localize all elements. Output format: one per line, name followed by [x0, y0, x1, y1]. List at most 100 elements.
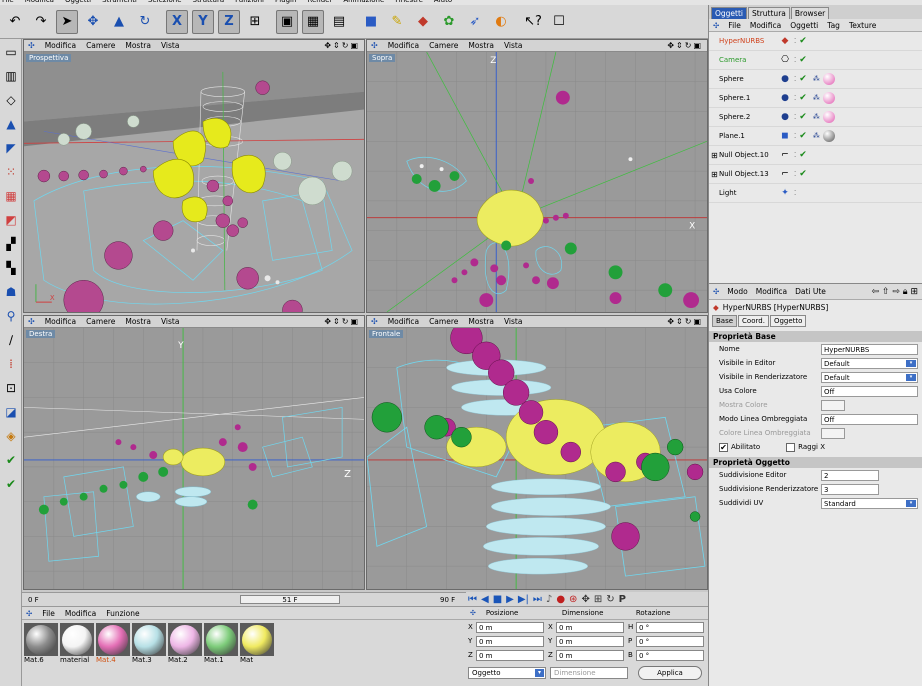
attr-nav-icons[interactable]: ⇦ ⇧ ⇨ 🔒︎ ⊞ — [872, 287, 918, 297]
view-nav-icons[interactable]: ✥⇕↻▣ — [667, 317, 703, 326]
array-icon[interactable]: ✿ — [438, 10, 460, 34]
rotation-field[interactable]: 0 ° — [636, 621, 704, 633]
menu-camere[interactable]: Camere — [429, 41, 458, 50]
viewport-top[interactable]: ✣ Modifica Camere Mostra Vista ✥⇕↻▣ X Z … — [366, 39, 708, 313]
xray-checkbox[interactable] — [786, 442, 796, 452]
attribute-field[interactable]: Off — [821, 385, 918, 397]
axis-tool-icon[interactable]: ◩ — [1, 208, 21, 231]
move-panel-icon[interactable]: ✣ — [713, 287, 719, 296]
visibility-dots-icon[interactable]: ⁚ — [794, 75, 796, 83]
coord-system-icon[interactable]: ⊞ — [244, 10, 266, 34]
attribute-select[interactable]: Standard ▾ — [821, 497, 918, 509]
attribute-field[interactable] — [821, 427, 845, 439]
visibility-dots-icon[interactable]: ⁚ — [794, 151, 796, 159]
expand-icon[interactable]: ⊞ — [711, 151, 718, 160]
texture-tool-icon[interactable]: ▦ — [1, 184, 21, 207]
attr-menu-dati-utente[interactable]: Dati Ute — [795, 287, 826, 296]
phong-tag-icon[interactable]: ⁂ — [813, 94, 820, 102]
render-manager-icon[interactable]: ▤ — [328, 10, 350, 34]
obj-menu-modifica[interactable]: Modifica — [750, 21, 781, 30]
material-swatch[interactable]: material — [60, 623, 94, 664]
render-view-icon[interactable]: ▣ — [276, 9, 298, 34]
menu-plugin[interactable]: Plugin — [275, 0, 296, 4]
move-view-icon[interactable]: ✣ — [28, 41, 35, 50]
record-icon[interactable]: ● — [556, 594, 565, 605]
position-field[interactable]: 0 m — [476, 649, 544, 661]
material-swatch[interactable]: Mat.3 — [132, 623, 166, 664]
attr-tab-oggetto[interactable]: Oggetto — [769, 315, 807, 327]
record-key-icon[interactable]: ⊛ — [569, 594, 577, 605]
enable-check-icon[interactable]: ✔ — [799, 55, 807, 65]
checker-icon[interactable]: ▞ — [1, 232, 21, 255]
viewport-perspective[interactable]: ✣ Modifica Camere Mostra Vista ✥⇕↻▣ X Pr… — [23, 39, 365, 313]
enable-check-icon[interactable]: ✔ — [799, 74, 807, 84]
material-swatch[interactable]: Mat.1 — [204, 623, 238, 664]
material-swatch[interactable]: Mat.6 — [24, 623, 58, 664]
attribute-field[interactable]: 3 — [821, 483, 879, 495]
phong-tag-icon[interactable]: ⁂ — [813, 132, 820, 140]
object-name[interactable]: Sphere.2 — [709, 113, 779, 121]
object-mode-icon[interactable]: ▭ — [1, 40, 21, 63]
knife-icon[interactable]: ∕ — [1, 328, 21, 351]
menu-mostra[interactable]: Mostra — [125, 317, 151, 326]
help-window-icon[interactable]: ☐ — [548, 10, 570, 34]
front-canvas[interactable] — [367, 328, 707, 589]
render-region-icon[interactable]: ▦ — [302, 9, 324, 34]
position-field[interactable]: 0 m — [476, 621, 544, 633]
attr-tab-base[interactable]: Base — [712, 315, 738, 327]
object-name[interactable]: Plane.1 — [709, 132, 779, 140]
texture-tag-icon[interactable] — [822, 111, 835, 123]
points-tool-icon[interactable]: ⁙ — [1, 160, 21, 183]
z-axis-icon[interactable]: Z — [218, 9, 240, 34]
enable-check-icon[interactable]: ✔ — [799, 131, 807, 141]
move-panel-icon[interactable]: ✣ — [713, 21, 719, 30]
object-name[interactable]: Camera — [709, 56, 779, 64]
texture-tag-icon[interactable] — [822, 73, 835, 85]
enable-check-icon[interactable]: ✔ — [799, 150, 807, 160]
expand-icon[interactable]: ⊞ — [711, 170, 718, 179]
position-field[interactable]: 0 m — [476, 635, 544, 647]
edges-tool-icon[interactable]: ▲ — [1, 112, 21, 135]
sound-icon[interactable]: ♪ — [546, 594, 552, 605]
attribute-field[interactable]: HyperNURBS — [821, 343, 918, 355]
tab-struttura[interactable]: Struttura — [748, 7, 790, 19]
workplane-icon[interactable]: ◈ — [1, 424, 21, 447]
menu-file[interactable]: File — [2, 0, 14, 4]
object-row[interactable]: ⊞ Null Object.13 ⌐ ⁚ ✔ — [709, 165, 922, 184]
visibility-dots-icon[interactable]: ⁚ — [794, 132, 796, 140]
menu-render[interactable]: Render — [307, 0, 332, 4]
move-view-icon[interactable]: ✣ — [28, 317, 35, 326]
obj-menu-tag[interactable]: Tag — [827, 21, 840, 30]
rotate-icon[interactable]: ↻ — [134, 10, 156, 34]
menu-mostra[interactable]: Mostra — [468, 41, 494, 50]
menu-funzioni[interactable]: Funzioni — [235, 0, 264, 4]
enable-check-icon[interactable]: ✔ — [1, 448, 21, 471]
object-name[interactable]: Null Object.10 — [709, 151, 779, 159]
menu-vista[interactable]: Vista — [161, 317, 180, 326]
scale-icon[interactable]: ▲ — [108, 10, 130, 34]
enable-check-icon[interactable]: ✔ — [799, 169, 807, 179]
dimension-mode-select[interactable]: Dimensione — [550, 667, 628, 679]
menu-modifica[interactable]: Modifica — [25, 0, 54, 4]
menu-animazione[interactable]: Animazione — [343, 0, 384, 4]
menu-selezione[interactable]: Selezione — [148, 0, 182, 4]
menu-camere[interactable]: Camere — [86, 41, 115, 50]
attribute-select[interactable]: Default ▾ — [821, 371, 918, 383]
scale-key-icon[interactable]: ⊞ — [594, 594, 602, 605]
object-row[interactable]: Light ✦ ⁚ — [709, 184, 922, 203]
object-row[interactable]: Sphere.2 ● ⁚ ✔ ⁂ — [709, 108, 922, 127]
deformer-icon[interactable]: ➶ — [464, 10, 486, 34]
visibility-dots-icon[interactable]: ⁚ — [794, 37, 796, 45]
attribute-field[interactable]: 2 — [821, 469, 879, 481]
menu-oggetti[interactable]: Oggetti — [65, 0, 91, 4]
view-nav-icons[interactable]: ✥⇕↻▣ — [667, 41, 703, 50]
visibility-dots-icon[interactable]: ⁚ — [794, 94, 796, 102]
size-field[interactable]: 0 m — [556, 621, 624, 633]
play-icon[interactable]: ▶ — [506, 594, 514, 605]
move-icon[interactable]: ✥ — [82, 10, 104, 34]
apply-button[interactable]: Applica — [638, 666, 702, 680]
menu-mostra[interactable]: Mostra — [468, 317, 494, 326]
attr-menu-modo[interactable]: Modo — [727, 287, 747, 296]
enable-check-icon[interactable]: ✔ — [799, 112, 807, 122]
enabled-checkbox[interactable]: ✔ — [719, 442, 728, 452]
